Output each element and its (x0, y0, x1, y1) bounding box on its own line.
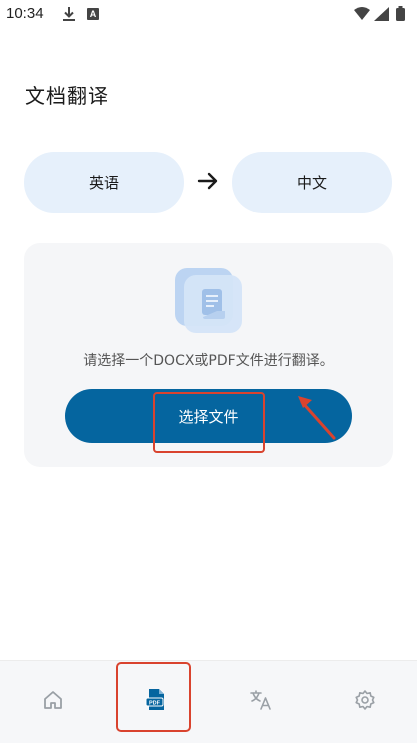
annotation-nav-highlight-box (116, 662, 191, 732)
download-icon (62, 6, 76, 26)
bottom-navigation: PDF (0, 660, 417, 743)
signal-icon (374, 6, 389, 25)
arrow-right-icon (197, 170, 219, 196)
target-language-button[interactable]: 中文 (232, 152, 392, 213)
screen: 10:34 A 文档翻译 英语 中文 请选择一个DOCX或PDF文件进行翻译。 … (0, 0, 417, 743)
wifi-icon (354, 6, 370, 25)
status-time: 10:34 (6, 5, 44, 22)
status-bar: 10:34 A (0, 0, 417, 30)
a-notification-icon: A (87, 8, 99, 20)
document-icon (175, 268, 243, 334)
annotation-arrow-icon (290, 388, 340, 448)
target-language-label: 中文 (296, 174, 327, 192)
page-title: 文档翻译 (25, 84, 109, 108)
source-language-label: 英语 (88, 174, 119, 192)
nav-settings-tab[interactable] (352, 689, 378, 715)
battery-icon (396, 6, 405, 25)
nav-home-tab[interactable] (40, 689, 66, 715)
source-language-button[interactable]: 英语 (24, 152, 184, 213)
upload-hint-text: 请选择一个DOCX或PDF文件进行翻译。 (83, 353, 334, 369)
home-icon (42, 689, 64, 715)
annotation-highlight-box (153, 392, 265, 453)
nav-text-translate-tab[interactable] (248, 689, 274, 715)
settings-gear-icon (354, 689, 376, 715)
translate-icon (249, 689, 273, 715)
